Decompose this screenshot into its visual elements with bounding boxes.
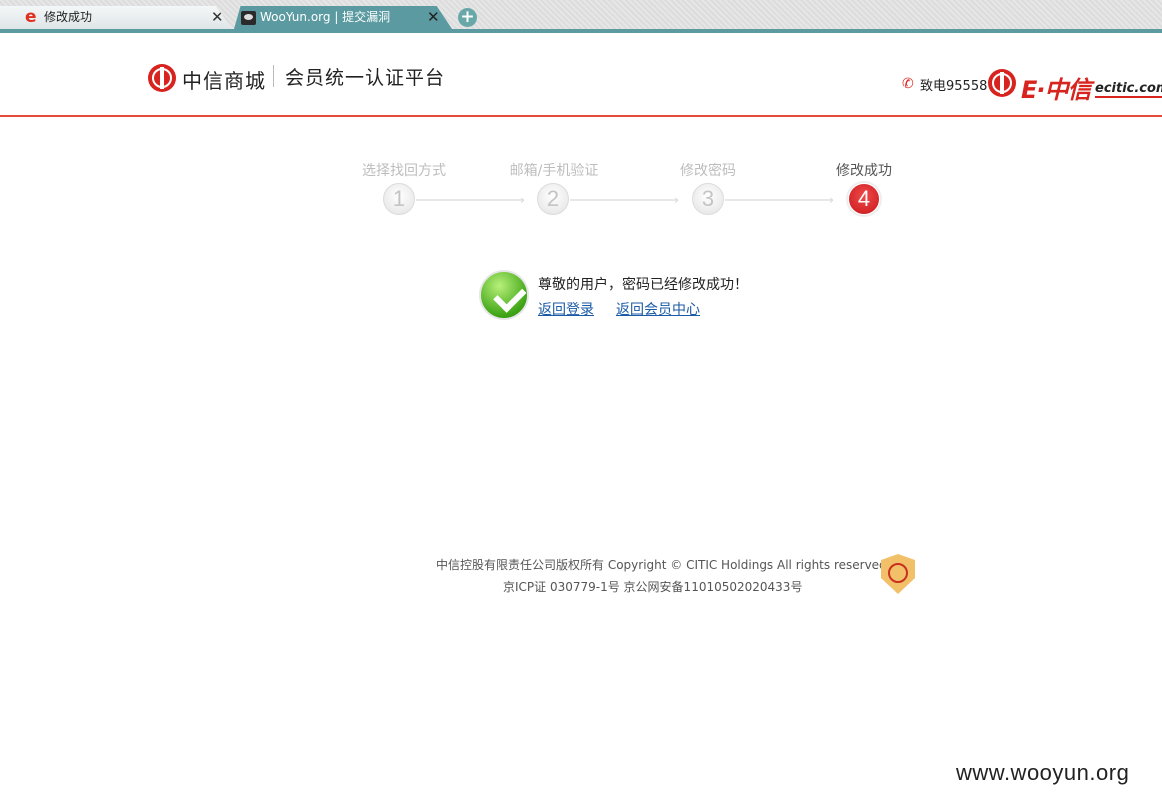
step-label-1: 选择找回方式 [362, 163, 446, 179]
phone-icon: ✆ [902, 76, 914, 92]
step-number-3: 3 [692, 183, 724, 215]
new-tab-plus-icon[interactable]: + [458, 8, 477, 27]
citic-logo-icon[interactable] [148, 64, 176, 92]
police-badge-icon[interactable] [881, 554, 915, 594]
success-check-icon [479, 270, 529, 320]
chevron-right-icon: › [829, 193, 834, 207]
step-label-2: 邮箱/手机验证 [509, 163, 599, 179]
step-connector [725, 199, 833, 201]
back-to-login-link[interactable]: 返回登录 [538, 299, 594, 319]
citic-logo-icon[interactable] [988, 69, 1016, 97]
tab-wooyun[interactable]: WooYun.org | 提交漏洞 ✕ [234, 6, 452, 29]
platform-title: 会员统一认证平台 [285, 67, 446, 89]
brand-divider [273, 65, 274, 87]
step-connector [416, 199, 524, 201]
ie-e-icon: e [25, 7, 37, 27]
step-label-3: 修改密码 [680, 163, 736, 179]
step-number-1: 1 [383, 183, 415, 215]
chevron-right-icon: › [674, 193, 679, 207]
tab-success[interactable]: e 修改成功 ✕ [0, 6, 232, 29]
brand-name[interactable]: 中信商城 [182, 65, 266, 94]
browser-tab-strip: e 修改成功 ✕ WooYun.org | 提交漏洞 ✕ + [0, 0, 1162, 33]
close-icon[interactable]: ✕ [427, 6, 440, 29]
step-connector [570, 199, 678, 201]
step-number-2: 2 [537, 183, 569, 215]
chevron-right-icon: › [520, 193, 525, 207]
back-to-member-center-link[interactable]: 返回会员中心 [616, 299, 700, 319]
ecitic-logo[interactable]: E·中信 [1021, 70, 1092, 105]
wooyun-icon [241, 11, 256, 25]
footer-copyright: 中信控股有限责任公司版权所有 Copyright © CITIC Holding… [436, 558, 887, 572]
footer-icp: 京ICP证 030779-1号 京公网安备11010502020433号 [503, 580, 803, 594]
close-icon[interactable]: ✕ [211, 6, 224, 29]
success-message: 尊敬的用户，密码已经修改成功！ [538, 277, 748, 293]
tab-title: WooYun.org | 提交漏洞 [260, 10, 391, 24]
step-number-4: 4 [848, 183, 880, 215]
ecitic-url[interactable]: ecitic.com [1095, 81, 1162, 98]
tab-title: 修改成功 [44, 10, 93, 24]
site-header: 中信商城 会员统一认证平台 ✆ 致电95558 E·中信 ecitic.com [0, 33, 1162, 117]
step-label-4: 修改成功 [836, 163, 892, 179]
phone-number: 致电95558 [920, 79, 988, 94]
watermark: www.wooyun.org [956, 760, 1130, 785]
